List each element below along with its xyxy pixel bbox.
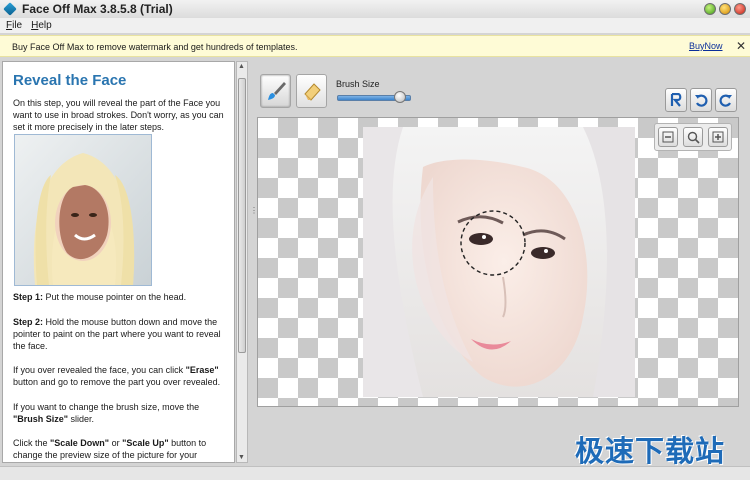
scroll-down-icon[interactable]: ▼ — [238, 454, 245, 461]
scroll-thumb[interactable] — [238, 78, 246, 353]
brush-size-label: Brush Size — [336, 79, 380, 89]
zoom-fit-button[interactable] — [683, 127, 703, 147]
example-preview-image — [14, 134, 152, 286]
paint-brush-button[interactable] — [260, 74, 291, 108]
minimize-button[interactable] — [704, 3, 716, 15]
scroll-up-icon[interactable]: ▲ — [238, 63, 245, 70]
face-photo[interactable] — [363, 127, 635, 397]
paint-brush-icon — [267, 82, 286, 100]
menu-file[interactable]: File — [6, 20, 22, 31]
title-bar: Face Off Max 3.8.5.8 (Trial) — [0, 0, 750, 18]
redo-icon — [719, 94, 732, 107]
help-panel: Reveal the Face On this step, you will r… — [2, 61, 235, 463]
window-controls — [704, 3, 746, 15]
brush-size-slider-thumb[interactable] — [393, 91, 406, 103]
app-logo-icon — [3, 2, 17, 16]
menu-bar: File Help — [0, 18, 750, 33]
panel-splitter-handle[interactable]: ⋮ — [250, 206, 258, 216]
eraser-icon — [303, 83, 321, 101]
reset-icon — [670, 93, 682, 107]
undo-button[interactable] — [690, 88, 712, 112]
face-photo-illustration — [363, 127, 635, 397]
maximize-button[interactable] — [719, 3, 731, 15]
panel-intro: On this step, you will reveal the part o… — [13, 98, 224, 132]
scale-tip-text: Click the "Scale Down" or "Scale Up" but… — [13, 438, 207, 460]
menu-help[interactable]: Help — [31, 20, 52, 31]
watermark-text: 极速下载站 — [575, 434, 726, 468]
step-1-text: Step 1: Put the mouse pointer on the hea… — [13, 292, 187, 302]
promo-banner: Buy Face Off Max to remove watermark and… — [0, 35, 750, 57]
zoom-out-icon — [662, 131, 674, 143]
help-panel-scrollbar[interactable]: ▲ ▼ — [236, 61, 248, 463]
scale-down-button[interactable] — [658, 127, 678, 147]
buy-now-link[interactable]: BuyNow — [689, 41, 723, 51]
banner-close-icon[interactable]: ✕ — [736, 39, 746, 53]
reset-button[interactable] — [665, 88, 687, 112]
scale-up-button[interactable] — [708, 127, 728, 147]
eraser-button[interactable] — [296, 74, 327, 108]
close-button[interactable] — [734, 3, 746, 15]
brush-size-tip-text: If you want to change the brush size, mo… — [13, 402, 200, 424]
zoom-fit-icon — [687, 131, 700, 144]
erase-tip-text: If you over revealed the face, you can c… — [13, 365, 221, 387]
example-face-illustration — [15, 135, 151, 285]
redo-button[interactable] — [715, 88, 737, 112]
step-2-text: Step 2: Hold the mouse button down and m… — [13, 317, 221, 351]
undo-icon — [695, 94, 708, 107]
panel-title: Reveal the Face — [13, 72, 127, 89]
zoom-in-icon — [712, 131, 724, 143]
window-title: Face Off Max 3.8.5.8 (Trial) — [22, 2, 173, 16]
promo-text: Buy Face Off Max to remove watermark and… — [12, 42, 298, 52]
